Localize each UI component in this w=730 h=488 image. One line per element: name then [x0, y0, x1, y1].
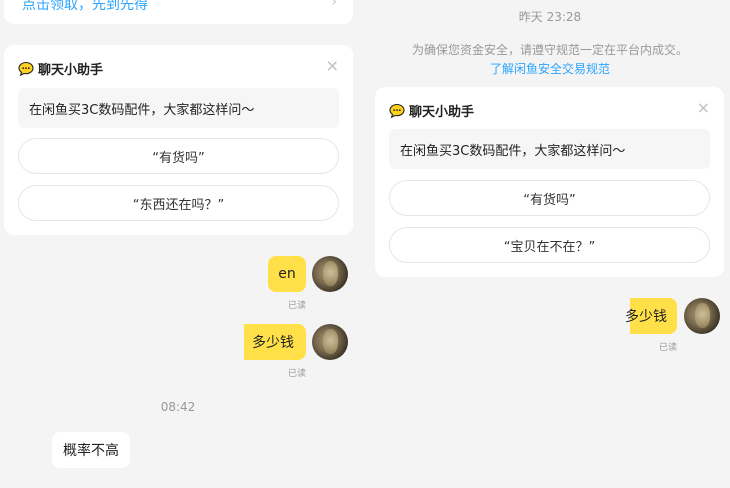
quick-question-button[interactable]: “宝贝在不在？”: [389, 227, 710, 263]
close-icon[interactable]: ×: [326, 58, 339, 74]
incoming-message-bubble: 概率不高: [52, 432, 130, 468]
read-status: 已读: [659, 343, 678, 353]
message-timestamp: 08:42: [160, 400, 196, 414]
quick-question-button[interactable]: “东西还在吗？”: [18, 185, 339, 221]
chat-assistant-card: 聊天小助手 × 在闲鱼买3C数码配件，大家都这样问～ “有货吗” “东西还在吗？…: [4, 45, 353, 235]
close-icon[interactable]: ×: [697, 100, 710, 116]
assistant-tip: 在闲鱼买3C数码配件，大家都这样问～: [18, 88, 339, 128]
avatar[interactable]: [312, 256, 348, 292]
chevron-right-icon: ›: [331, 0, 337, 10]
message-bubble: 多少钱: [625, 298, 677, 334]
message-bubble: en: [268, 256, 306, 292]
read-status: 已读: [288, 301, 307, 311]
read-status: 已读: [288, 369, 307, 379]
avatar[interactable]: [312, 324, 348, 360]
left-chat-panel: 点击领取，先到先得 › 聊天小助手 × 在闲鱼买3C数码配件，大家都这样问～ “…: [0, 0, 365, 488]
assistant-header: 聊天小助手: [18, 59, 103, 78]
assistant-title: 聊天小助手: [38, 63, 104, 78]
avatar[interactable]: [684, 298, 720, 334]
safety-rules-link[interactable]: 了解闲鱼安全交易规范: [375, 60, 725, 77]
chat-bubble-icon: [389, 103, 405, 118]
message-timestamp: 昨天 23:28: [518, 10, 582, 24]
quick-question-button[interactable]: “有货吗”: [18, 138, 339, 174]
assistant-tip: 在闲鱼买3C数码配件，大家都这样问～: [389, 129, 710, 169]
promo-link[interactable]: 点击领取，先到先得: [22, 0, 148, 14]
chat-assistant-card: 聊天小助手 × 在闲鱼买3C数码配件，大家都这样问～ “有货吗” “宝贝在不在？…: [375, 87, 724, 277]
assistant-title: 聊天小助手: [409, 105, 475, 120]
assistant-header: 聊天小助手: [389, 101, 474, 120]
promo-card[interactable]: 点击领取，先到先得 ›: [4, 0, 353, 24]
message-bubble: 多少钱: [244, 324, 306, 360]
quick-question-button[interactable]: “有货吗”: [389, 180, 710, 216]
safety-notice: 为确保您资金安全，请遵守规范一定在平台内成交。: [411, 43, 688, 57]
chat-bubble-icon: [18, 61, 34, 76]
